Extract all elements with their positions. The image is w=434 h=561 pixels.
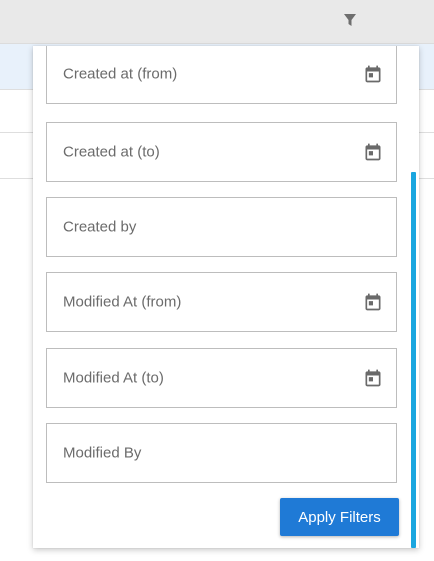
modified-at-from-field[interactable]: Modified At (from) xyxy=(46,272,397,332)
field-label: Created by xyxy=(63,218,137,236)
calendar-icon[interactable] xyxy=(363,292,383,312)
created-at-to-field[interactable]: Created at (to) xyxy=(46,122,397,182)
created-by-field[interactable]: Created by xyxy=(46,197,397,257)
field-label: Modified At (from) xyxy=(63,293,182,311)
field-label: Modified At (to) xyxy=(63,369,164,387)
filter-icon[interactable] xyxy=(342,12,358,28)
calendar-icon[interactable] xyxy=(363,368,383,388)
table-header xyxy=(0,0,434,44)
scrollbar[interactable] xyxy=(411,172,416,548)
created-at-from-field[interactable]: Created at (from) xyxy=(46,46,397,104)
calendar-icon[interactable] xyxy=(363,142,383,162)
modified-by-field[interactable]: Modified By xyxy=(46,423,397,483)
apply-filters-button[interactable]: Apply Filters xyxy=(280,498,399,536)
filter-panel: Created at (from) Created at (to) Create… xyxy=(33,46,419,548)
field-label: Created at (to) xyxy=(63,143,160,161)
field-label: Created at (from) xyxy=(63,65,178,83)
field-label: Modified By xyxy=(63,444,142,462)
calendar-icon[interactable] xyxy=(363,64,383,84)
modified-at-to-field[interactable]: Modified At (to) xyxy=(46,348,397,408)
